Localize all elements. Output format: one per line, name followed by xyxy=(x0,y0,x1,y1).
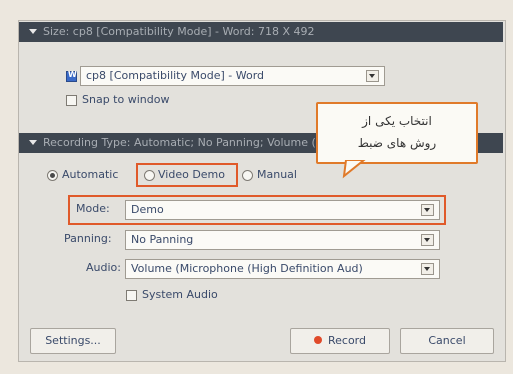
callout-line-2: روش های ضبط xyxy=(357,136,437,150)
size-section-header[interactable]: Size: cp8 [Compatibility Mode] - Word: 7… xyxy=(19,22,503,42)
size-header-text: Size: cp8 [Compatibility Mode] - Word: 7… xyxy=(43,25,315,38)
system-audio-label: System Audio xyxy=(142,288,218,301)
snap-to-window-label: Snap to window xyxy=(82,93,170,106)
cancel-button-label: Cancel xyxy=(428,334,466,347)
dropdown-arrow-icon[interactable] xyxy=(366,70,379,82)
dropdown-arrow-icon[interactable] xyxy=(421,263,434,275)
panning-label: Panning: xyxy=(64,232,112,245)
panning-select[interactable]: No Panning xyxy=(125,230,440,250)
collapse-caret-icon xyxy=(29,29,37,34)
cancel-button[interactable]: Cancel xyxy=(400,328,494,354)
collapse-caret-icon xyxy=(29,140,37,145)
callout-line-1: انتخاب یکی از xyxy=(362,114,432,128)
window-select[interactable]: cp8 [Compatibility Mode] - Word xyxy=(80,66,385,86)
audio-select[interactable]: Volume (Microphone (High Definition Aud) xyxy=(125,259,440,279)
system-audio-checkbox[interactable] xyxy=(126,290,137,301)
callout-pointer-icon xyxy=(342,160,366,179)
settings-button-label: Settings... xyxy=(45,334,101,347)
video-demo-radio[interactable] xyxy=(144,170,155,181)
dropdown-arrow-icon[interactable] xyxy=(421,204,434,216)
audio-select-value: Volume (Microphone (High Definition Aud) xyxy=(131,262,363,275)
panning-select-value: No Panning xyxy=(131,233,194,246)
audio-label: Audio: xyxy=(86,261,121,274)
word-app-icon xyxy=(66,70,77,82)
manual-label: Manual xyxy=(257,168,297,181)
mode-label: Mode: xyxy=(76,202,110,215)
settings-button[interactable]: Settings... xyxy=(30,328,116,354)
record-button-label: Record xyxy=(327,334,366,347)
dropdown-arrow-icon[interactable] xyxy=(421,234,434,246)
automatic-label: Automatic xyxy=(62,168,119,181)
video-demo-label: Video Demo xyxy=(158,168,225,181)
mode-select-value: Demo xyxy=(131,203,164,216)
record-dot-icon xyxy=(313,336,322,344)
automatic-radio[interactable] xyxy=(47,170,58,181)
persian-callout: انتخاب یکی از روش های ضبط xyxy=(316,102,478,164)
manual-radio[interactable] xyxy=(242,170,253,181)
screenshot-frame: Size: cp8 [Compatibility Mode] - Word: 7… xyxy=(0,0,513,374)
snap-to-window-checkbox[interactable] xyxy=(66,95,77,106)
mode-select[interactable]: Demo xyxy=(125,200,440,220)
record-button[interactable]: Record xyxy=(290,328,390,354)
window-select-value: cp8 [Compatibility Mode] - Word xyxy=(86,69,265,82)
